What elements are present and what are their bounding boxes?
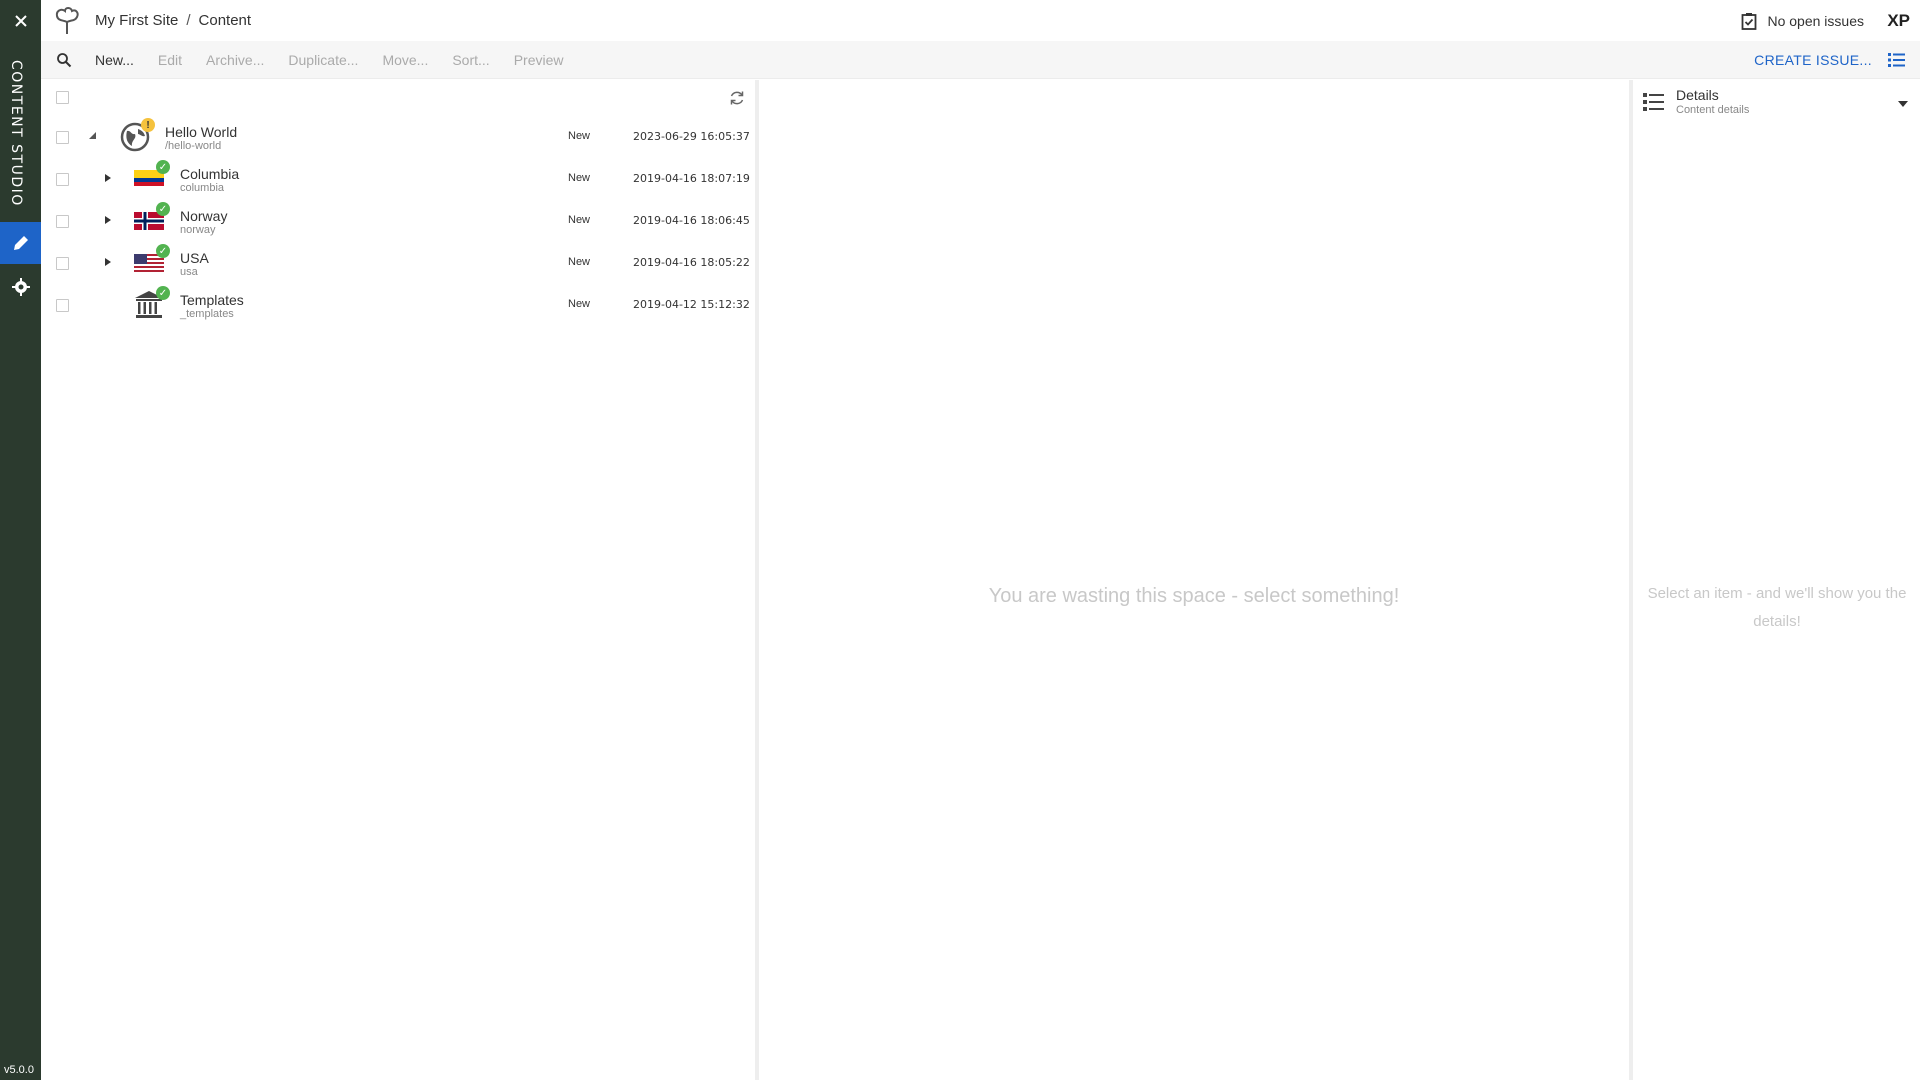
table-row[interactable]: ✓ Templates _templates New 2019-04-12 15… (41, 284, 755, 326)
issues-button[interactable]: No open issues (1741, 0, 1864, 41)
published-badge-icon: ✓ (156, 202, 170, 216)
row-checkbox[interactable] (56, 215, 69, 228)
duplicate-button[interactable]: Duplicate... (288, 52, 358, 68)
row-checkbox[interactable] (56, 257, 69, 270)
content-toolbar: New... Edit Archive... Duplicate... Move… (41, 41, 1920, 79)
row-modified: 2019-04-12 15:12:32 (633, 298, 750, 311)
nav-content-edit[interactable] (0, 222, 41, 264)
version-label: v5.0.0 (4, 1064, 34, 1076)
preview-button[interactable]: Preview (514, 52, 564, 68)
top-bar: My First Site / Content No open issues X… (41, 0, 1920, 41)
issues-label: No open issues (1767, 12, 1864, 29)
row-modified: 2019-04-16 18:06:45 (633, 214, 750, 227)
collapse-arrow-icon[interactable] (88, 131, 98, 141)
details-subtitle: Content details (1676, 104, 1750, 116)
grid-header (41, 80, 755, 116)
row-status: New (568, 214, 591, 226)
row-checkbox[interactable] (56, 173, 69, 186)
row-name: Norway (180, 208, 228, 224)
row-name: Templates (180, 292, 244, 308)
row-modified: 2019-04-16 18:05:22 (633, 256, 750, 269)
row-path: columbia (180, 182, 225, 194)
warning-badge-icon: ! (141, 118, 155, 132)
details-empty-message: Select an item - and we'll show you the … (1647, 585, 1907, 630)
breadcrumb: My First Site / Content (95, 12, 251, 29)
row-name: Columbia (180, 166, 240, 182)
row-status: New (568, 256, 591, 268)
published-badge-icon: ✓ (156, 286, 170, 300)
norway-flag-icon: ✓ (134, 202, 170, 238)
row-path: usa (180, 266, 198, 278)
gear-icon (11, 278, 30, 296)
search-icon[interactable] (45, 41, 83, 79)
table-row[interactable]: ! Hello World /hello-world New 2023-06-2… (41, 116, 755, 158)
breadcrumb-section: Content (198, 12, 252, 29)
xp-logo[interactable]: XP (1887, 0, 1910, 41)
details-list-icon (1643, 92, 1665, 115)
row-checkbox[interactable] (56, 131, 69, 144)
row-status: New (568, 298, 591, 310)
row-name: Hello World (165, 124, 238, 140)
clipboard-check-icon (1741, 12, 1757, 30)
colombia-flag-icon: ✓ (134, 160, 170, 196)
published-badge-icon: ✓ (156, 244, 170, 258)
app-name: CONTENT STUDIO (8, 60, 24, 207)
archive-button[interactable]: Archive... (206, 52, 264, 68)
row-path: /hello-world (165, 140, 222, 152)
breadcrumb-separator: / (186, 12, 191, 29)
site-logo-icon[interactable] (49, 3, 85, 39)
table-row[interactable]: ✓ Columbia columbia New 2019-04-16 18:07… (41, 158, 755, 200)
chevron-down-icon[interactable] (1898, 94, 1908, 110)
row-status: New (568, 130, 591, 142)
breadcrumb-site[interactable]: My First Site (95, 12, 178, 29)
row-name: USA (180, 250, 209, 266)
globe-icon: ! (119, 118, 155, 154)
content-grid: ! Hello World /hello-world New 2023-06-2… (41, 80, 755, 1080)
refresh-icon[interactable] (727, 88, 747, 108)
details-toggle-icon[interactable] (1882, 41, 1912, 79)
expand-arrow-icon[interactable] (103, 257, 113, 267)
row-path: norway (180, 224, 216, 236)
close-icon[interactable] (0, 0, 41, 41)
expand-arrow-icon[interactable] (103, 215, 113, 225)
details-panel: Details Content details Select an item -… (1633, 80, 1920, 1080)
expand-arrow-icon[interactable] (103, 173, 113, 183)
sort-button[interactable]: Sort... (452, 52, 489, 68)
row-modified: 2023-06-29 16:05:37 (633, 130, 750, 143)
edit-button[interactable]: Edit (158, 52, 182, 68)
pencil-icon (13, 236, 28, 250)
table-row[interactable]: ✓ USA usa New 2019-04-16 18:05:22 (41, 242, 755, 284)
new-button[interactable]: New... (95, 52, 134, 68)
preview-empty-message: You are wasting this space - select some… (988, 585, 1400, 607)
app-sidebar: CONTENT STUDIO v5.0.0 (0, 0, 41, 1080)
row-status: New (568, 172, 591, 184)
create-issue-button[interactable]: CREATE ISSUE... (1754, 41, 1872, 79)
templates-icon: ✓ (134, 286, 170, 322)
preview-panel: You are wasting this space - select some… (759, 80, 1629, 1080)
table-row[interactable]: ✓ Norway norway New 2019-04-16 18:06:45 (41, 200, 755, 242)
move-button[interactable]: Move... (382, 52, 428, 68)
details-header[interactable]: Details Content details (1633, 80, 1920, 124)
details-title: Details (1676, 87, 1719, 103)
published-badge-icon: ✓ (156, 160, 170, 174)
select-all-checkbox[interactable] (56, 91, 69, 104)
row-modified: 2019-04-16 18:07:19 (633, 172, 750, 185)
usa-flag-icon: ✓ (134, 244, 170, 280)
row-path: _templates (180, 308, 234, 320)
row-checkbox[interactable] (56, 299, 69, 312)
nav-settings[interactable] (0, 266, 41, 308)
